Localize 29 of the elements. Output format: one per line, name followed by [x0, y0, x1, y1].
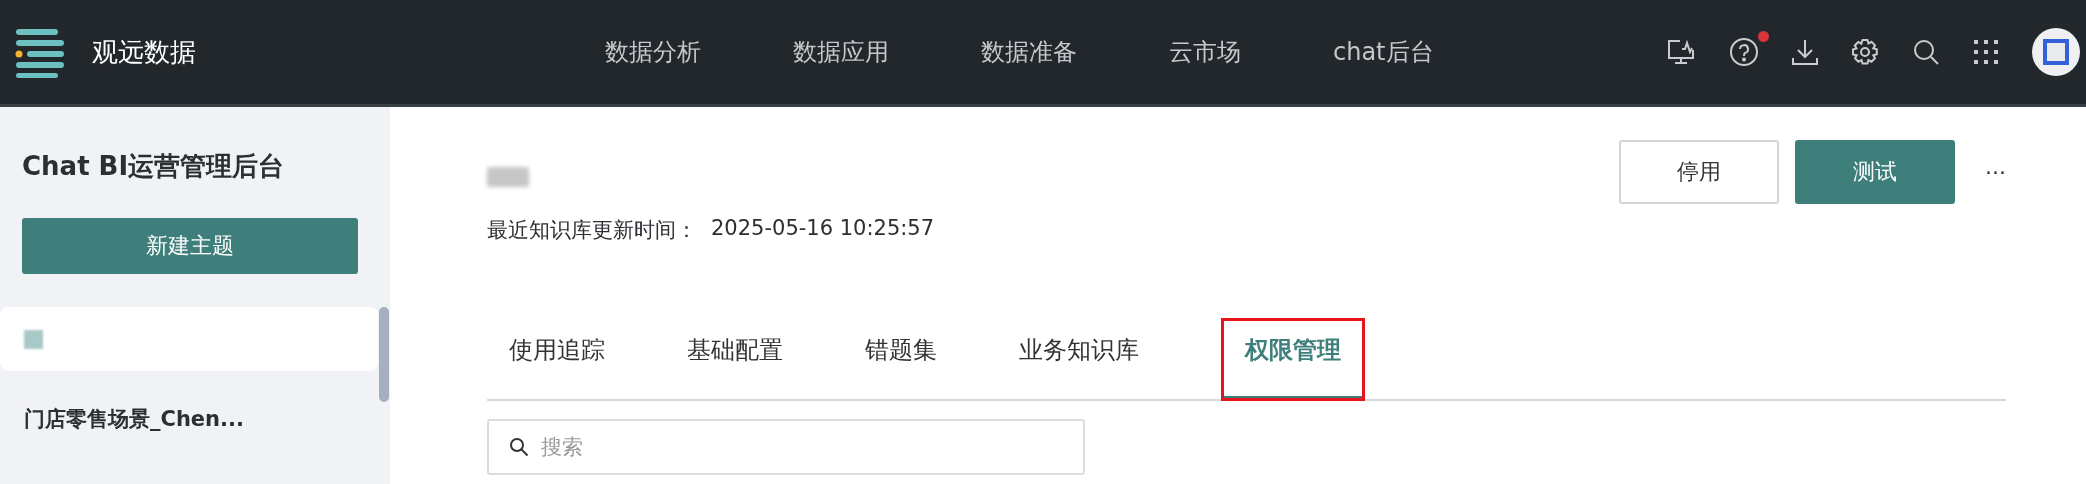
tab[interactable]: 错题集 [865, 318, 937, 401]
nav-link[interactable]: 云市场 [1169, 36, 1241, 68]
more-button[interactable]: ··· [1985, 159, 2006, 185]
tab[interactable]: 权限管理 [1221, 318, 1365, 401]
new-topic-button[interactable]: 新建主题 [22, 218, 358, 274]
avatar-icon[interactable] [2032, 28, 2080, 76]
nav-link[interactable]: chat后台 [1333, 36, 1434, 68]
search-field[interactable]: 搜索 [487, 419, 1085, 475]
monitor-icon[interactable] [1666, 37, 1696, 67]
tab[interactable]: 使用追踪 [509, 318, 605, 401]
tab[interactable]: 业务知识库 [1019, 318, 1139, 401]
update-time: 2025-05-16 10:25:57 [711, 216, 935, 242]
update-label: 最近知识库更新时间： [487, 217, 697, 244]
logo-icon [14, 26, 66, 78]
apps-grid-icon[interactable] [1973, 39, 1999, 65]
tab[interactable]: 基础配置 [687, 318, 783, 401]
disable-button[interactable]: 停用 [1619, 140, 1779, 204]
sidebar-title: Chat BI运营管理后台 [21, 150, 286, 183]
search-icon[interactable] [1912, 38, 1940, 66]
nav-link[interactable]: 数据分析 [605, 36, 701, 68]
scrollbar-thumb[interactable] [379, 307, 389, 402]
help-icon[interactable] [1729, 37, 1759, 67]
nav-link[interactable]: 数据准备 [981, 36, 1077, 68]
settings-icon[interactable] [1851, 38, 1879, 66]
download-icon[interactable] [1792, 38, 1818, 66]
nav-link[interactable]: 数据应用 [793, 36, 889, 68]
brand-name: 观远数据 [92, 35, 196, 69]
topic-item[interactable]: 门店零售场景_Chen... [0, 387, 378, 451]
test-button[interactable]: 测试 [1795, 140, 1955, 204]
